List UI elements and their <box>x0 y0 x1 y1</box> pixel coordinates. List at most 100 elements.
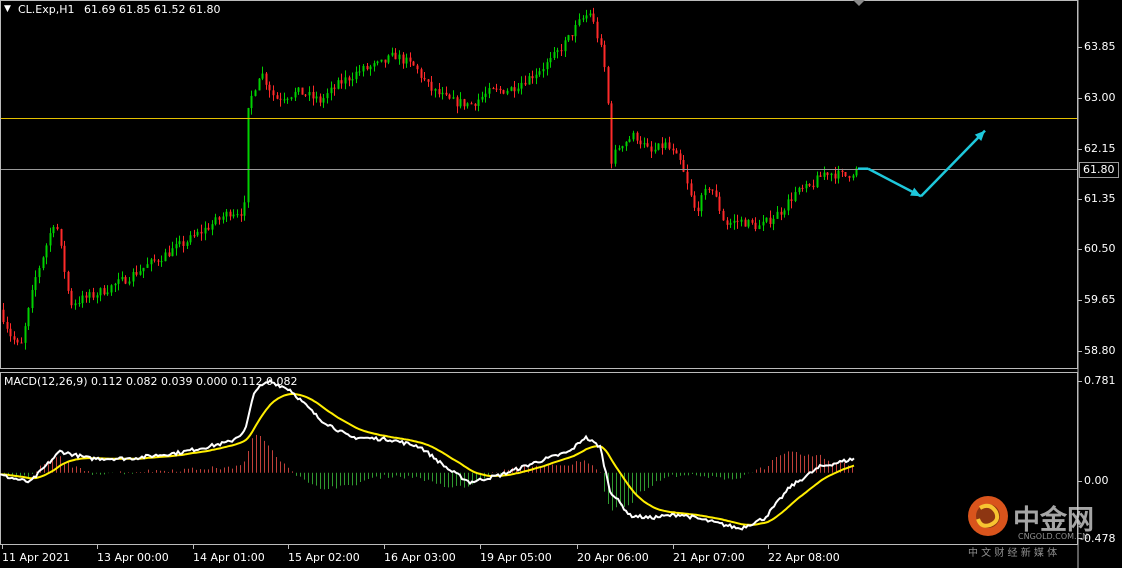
candle-body <box>139 271 142 275</box>
candle-body <box>45 245 48 258</box>
current-price-badge: 61.80 <box>1079 162 1119 178</box>
candle-body <box>805 184 808 189</box>
candle-body <box>283 99 286 101</box>
candle-body <box>704 188 707 196</box>
candle-body <box>700 195 703 212</box>
candle-body <box>247 108 250 203</box>
candle-body <box>492 88 495 90</box>
candle-body <box>427 79 430 82</box>
candle-body <box>549 57 552 63</box>
candle-body <box>16 339 19 343</box>
price-tick-label: 63.00 <box>1084 91 1116 104</box>
candle-body <box>553 52 556 58</box>
candle-body <box>826 172 829 176</box>
candle-body <box>297 87 300 92</box>
candle-body <box>643 143 646 145</box>
candle-body <box>348 77 351 81</box>
candle-body <box>387 55 390 63</box>
candle-body <box>542 69 545 72</box>
time-tick-label: 22 Apr 08:00 <box>768 551 840 564</box>
candle-body <box>103 288 106 295</box>
candle-body <box>762 221 765 226</box>
candle-body <box>654 149 657 152</box>
candle-body <box>279 98 282 100</box>
candle-body <box>405 57 408 64</box>
macd-header-label: MACD(12,26,9) 0.112 0.082 0.039 0.000 0.… <box>4 375 298 388</box>
candle-body <box>448 94 451 99</box>
candle-body <box>848 176 851 178</box>
candle-body <box>132 272 135 282</box>
candle-body <box>430 81 433 91</box>
candle-body <box>301 87 304 95</box>
candle-body <box>834 173 837 179</box>
candle-body <box>121 277 124 280</box>
candle-body <box>499 88 502 91</box>
candle-body <box>70 290 73 306</box>
chart-canvas <box>0 0 1122 568</box>
candle-body <box>477 99 480 106</box>
macd-tick-label: 0.00 <box>1084 474 1109 487</box>
candle-body <box>574 24 577 37</box>
candle-body <box>412 61 415 66</box>
candle-body <box>250 95 253 109</box>
candle-body <box>686 171 689 184</box>
candle-body <box>117 279 120 284</box>
candle-body <box>42 257 45 269</box>
candle-body <box>24 326 27 343</box>
candle-body <box>740 219 743 222</box>
candle-body <box>366 65 369 70</box>
candle-body <box>254 90 257 96</box>
candle-body <box>790 199 793 201</box>
cngold-logo-icon <box>968 496 1008 536</box>
price-tick-label: 63.85 <box>1084 40 1116 53</box>
candle-body <box>747 219 750 227</box>
candle-body <box>351 79 354 81</box>
candle-body <box>664 142 667 148</box>
candle-body <box>186 242 189 246</box>
time-tick-label: 11 Apr 2021 <box>2 551 71 564</box>
candle-body <box>812 185 815 188</box>
candle-body <box>646 143 649 147</box>
candle-body <box>135 272 138 275</box>
candle-body <box>243 202 246 216</box>
candle-body <box>63 245 66 272</box>
candle-body <box>337 80 340 89</box>
candle-body <box>765 217 768 222</box>
candle-body <box>9 328 12 337</box>
candle-body <box>697 207 700 212</box>
candle-body <box>589 13 592 16</box>
candle-body <box>600 38 603 45</box>
candle-body <box>456 97 459 107</box>
candle-body <box>153 259 156 261</box>
candle-body <box>355 71 358 80</box>
candle-body <box>628 139 631 142</box>
candle-body <box>650 146 653 152</box>
candle-body <box>718 196 721 211</box>
candle-body <box>592 13 595 22</box>
candle-body <box>682 159 685 172</box>
candle-body <box>193 235 196 237</box>
candle-body <box>175 244 178 249</box>
candle-body <box>808 184 811 186</box>
candle-body <box>711 189 714 191</box>
candle-body <box>668 142 671 149</box>
candle-body <box>294 91 297 98</box>
candle-body <box>358 71 361 73</box>
candle-body <box>484 93 487 97</box>
candle-body <box>661 143 664 148</box>
candle-body <box>769 217 772 224</box>
candle-body <box>160 261 163 263</box>
candle-body <box>560 50 563 52</box>
candle-body <box>621 146 624 149</box>
candle-body <box>618 148 621 150</box>
candle-body <box>78 303 81 305</box>
menu-icon[interactable]: ▼ <box>4 4 11 14</box>
candle-body <box>715 190 718 197</box>
symbol-label: CL.Exp,H1 <box>18 3 75 16</box>
candle-body <box>52 226 55 234</box>
price-tick-label: 60.50 <box>1084 242 1116 255</box>
candle-body <box>708 188 711 190</box>
price-tick-label: 59.65 <box>1084 293 1116 306</box>
candle-body <box>603 44 606 68</box>
candle-body <box>240 214 243 216</box>
